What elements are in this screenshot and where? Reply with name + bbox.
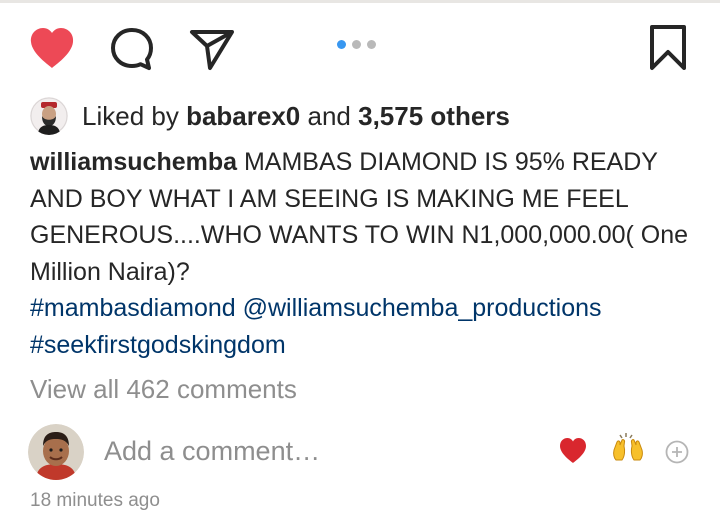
red-heart-emoji-icon — [560, 438, 586, 463]
plus-circle-icon — [665, 440, 689, 464]
likes-text: Liked by babarex0 and 3,575 others — [82, 101, 510, 132]
post-caption: williamsuchemba MAMBAS DIAMOND IS 95% RE… — [30, 144, 700, 363]
add-comment-row: Add a comment… — [28, 424, 698, 480]
likes-prefix: Liked by — [82, 100, 179, 131]
save-button[interactable] — [648, 24, 688, 72]
share-button[interactable] — [188, 26, 236, 72]
caption-username[interactable]: williamsuchemba — [30, 148, 237, 176]
bookmark-icon — [650, 25, 686, 70]
heart-filled-icon — [30, 28, 74, 68]
carousel-indicator — [337, 40, 376, 49]
quick-reaction-heart[interactable] — [558, 436, 588, 469]
quick-reaction-raising-hands[interactable] — [612, 432, 644, 469]
paper-plane-icon — [190, 30, 234, 70]
top-divider — [0, 0, 720, 3]
likes-and: and — [307, 100, 351, 131]
raising-hands-emoji-icon — [613, 433, 643, 461]
liker-username[interactable]: babarex0 — [186, 101, 300, 131]
comment-button[interactable] — [108, 26, 156, 72]
carousel-dot — [367, 40, 376, 49]
post-timestamp: 18 minutes ago — [30, 490, 160, 511]
add-comment-input[interactable]: Add a comment… — [104, 436, 320, 467]
likes-others-count[interactable]: 3,575 others — [358, 101, 510, 131]
like-button[interactable] — [28, 26, 76, 70]
more-reactions-button[interactable] — [665, 440, 689, 469]
likes-summary[interactable]: Liked by babarex0 and 3,575 others — [30, 96, 510, 136]
current-user-avatar — [28, 424, 84, 480]
caption-mention[interactable]: @williamsuchemba_productions — [243, 294, 602, 322]
carousel-dot — [352, 40, 361, 49]
view-all-comments-link[interactable]: View all 462 comments — [30, 374, 297, 405]
comment-bubble-icon — [111, 28, 153, 70]
caption-hashtag[interactable]: #seekfirstgodskingdom — [30, 331, 286, 359]
carousel-dot-active — [337, 40, 346, 49]
liker-avatar[interactable] — [30, 97, 68, 135]
caption-hashtag[interactable]: #mambasdiamond — [30, 294, 236, 322]
